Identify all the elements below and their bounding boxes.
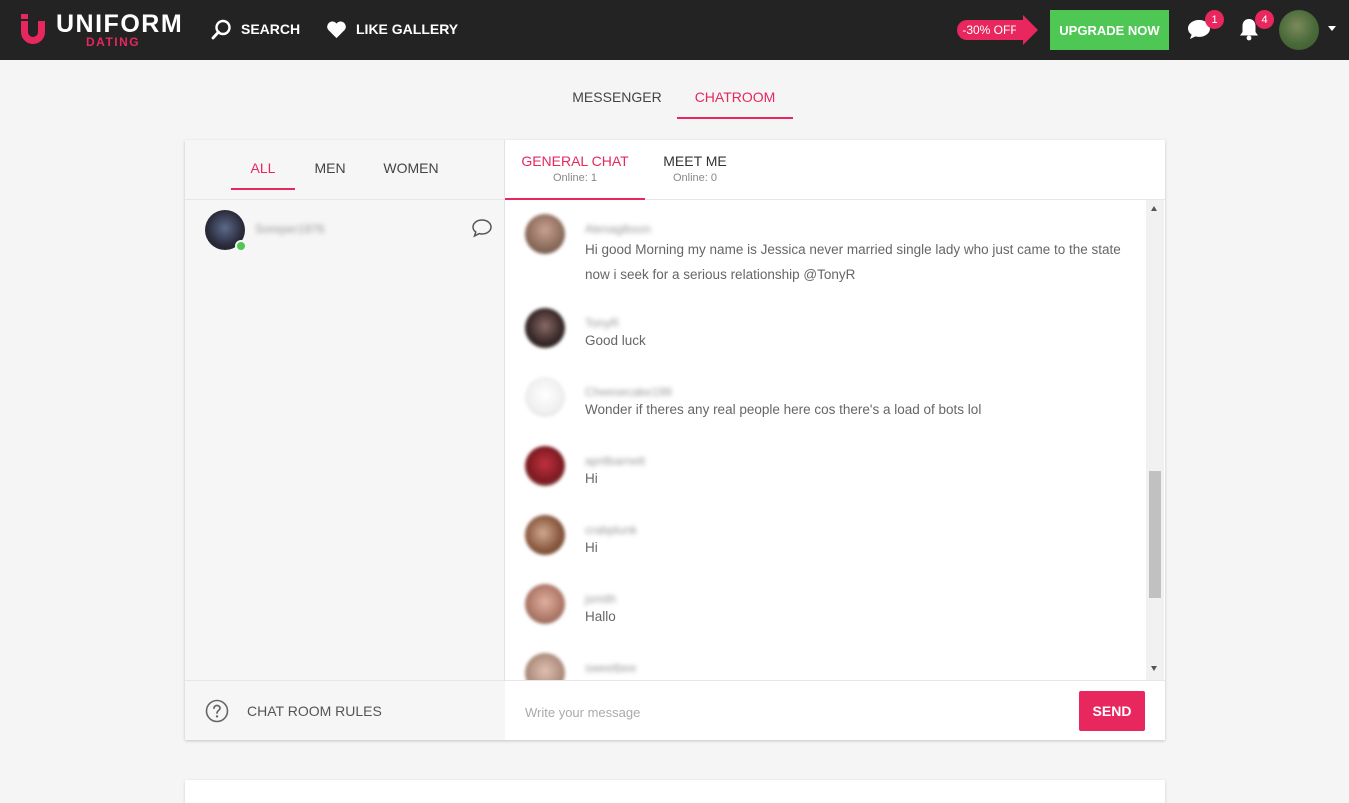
room-online-count: Online: 1 bbox=[552, 172, 598, 184]
message-scrollbar[interactable] bbox=[1146, 200, 1164, 680]
sender-avatar[interactable] bbox=[525, 308, 565, 348]
bottom-card bbox=[185, 780, 1165, 803]
tab-meet-me[interactable]: MEET ME Online: 0 bbox=[645, 140, 745, 200]
sender-avatar[interactable] bbox=[525, 446, 565, 486]
messages-button[interactable]: 1 bbox=[1186, 10, 1224, 46]
chat-room-rules-label: CHAT ROOM RULES bbox=[247, 703, 382, 719]
message-list[interactable]: Alenagibson Hi good Morning my name is J… bbox=[505, 200, 1165, 680]
top-bar: UNIFORM DATING SEARCH LIKE GALLERY -30% … bbox=[0, 0, 1349, 60]
message-text: Hi good Morning my name is Jessica never… bbox=[585, 242, 1121, 282]
online-users-panel: ALL MEN WOMEN Soreper1976 CHAT ROOM RULE… bbox=[185, 140, 505, 740]
sender-avatar[interactable] bbox=[525, 584, 565, 624]
chat-room-rules[interactable]: CHAT ROOM RULES bbox=[185, 680, 505, 740]
chat-panel: GENERAL CHAT Online: 1 MEET ME Online: 0… bbox=[505, 140, 1165, 740]
messages-count-badge: 1 bbox=[1205, 10, 1224, 29]
room-tab-title: MEET ME bbox=[663, 153, 727, 169]
notifications-count-badge: 4 bbox=[1255, 10, 1274, 29]
filter-tab-all[interactable]: ALL bbox=[231, 160, 295, 190]
notifications-button[interactable]: 4 bbox=[1236, 10, 1274, 46]
message-text: Hi bbox=[585, 471, 598, 486]
sender-name[interactable]: Alenagibson bbox=[585, 222, 651, 236]
search-icon bbox=[211, 19, 231, 39]
nav-search-label: SEARCH bbox=[241, 21, 301, 37]
scrollbar-thumb[interactable] bbox=[1149, 471, 1161, 598]
tab-chatroom[interactable]: CHATROOM bbox=[677, 89, 793, 119]
user-name[interactable]: Soreper1976 bbox=[255, 222, 324, 236]
scroll-up-arrow-icon[interactable] bbox=[1151, 206, 1157, 211]
logo-mark-icon bbox=[21, 14, 45, 44]
upgrade-now-button[interactable]: UPGRADE NOW bbox=[1050, 10, 1169, 50]
uniform-dating-logo[interactable]: UNIFORM DATING bbox=[18, 10, 188, 49]
filter-tab-women[interactable]: WOMEN bbox=[378, 160, 444, 190]
online-user-row[interactable]: Soreper1976 bbox=[185, 200, 505, 260]
sender-name[interactable]: sweetbee bbox=[585, 661, 636, 675]
caret-down-icon[interactable] bbox=[1328, 26, 1336, 31]
gender-filter-tabs: ALL MEN WOMEN bbox=[185, 140, 505, 200]
sender-avatar[interactable] bbox=[525, 515, 565, 555]
message-user-icon[interactable] bbox=[471, 218, 493, 238]
message-text: Hallo bbox=[585, 609, 616, 624]
message-input[interactable] bbox=[525, 699, 1065, 725]
nav-like-gallery-label: LIKE GALLERY bbox=[356, 21, 459, 37]
message-text: Hi bbox=[585, 540, 598, 555]
filter-tab-men[interactable]: MEN bbox=[308, 160, 352, 190]
sender-avatar[interactable] bbox=[525, 377, 565, 417]
tab-general-chat[interactable]: GENERAL CHAT Online: 1 bbox=[505, 140, 645, 200]
logo-subtitle: DATING bbox=[86, 35, 141, 49]
arrow-right-icon bbox=[1016, 15, 1038, 45]
nav-search[interactable]: SEARCH bbox=[211, 18, 300, 40]
heart-icon bbox=[327, 20, 346, 38]
message-composer: SEND bbox=[505, 680, 1165, 740]
discount-badge: -30% OFF bbox=[957, 20, 1023, 40]
scroll-down-arrow-icon[interactable] bbox=[1151, 666, 1157, 671]
nav-like-gallery[interactable]: LIKE GALLERY bbox=[326, 18, 458, 40]
sender-avatar[interactable] bbox=[525, 653, 565, 680]
room-online-count: Online: 0 bbox=[672, 172, 718, 184]
message-text: Wonder if theres any real people here co… bbox=[585, 402, 982, 417]
profile-avatar[interactable] bbox=[1279, 10, 1319, 50]
send-button[interactable]: SEND bbox=[1079, 691, 1145, 731]
room-tabs: GENERAL CHAT Online: 1 MEET ME Online: 0 bbox=[505, 140, 1165, 200]
message-text: Good luck bbox=[585, 333, 646, 348]
online-status-dot bbox=[235, 240, 247, 252]
logo-wordmark: UNIFORM bbox=[56, 10, 184, 38]
room-tab-title: GENERAL CHAT bbox=[521, 153, 629, 169]
help-circle-icon bbox=[205, 699, 229, 723]
tab-messenger[interactable]: MESSENGER bbox=[568, 89, 666, 119]
sender-avatar[interactable] bbox=[525, 214, 565, 254]
chatroom-card: ALL MEN WOMEN Soreper1976 CHAT ROOM RULE… bbox=[185, 140, 1165, 740]
